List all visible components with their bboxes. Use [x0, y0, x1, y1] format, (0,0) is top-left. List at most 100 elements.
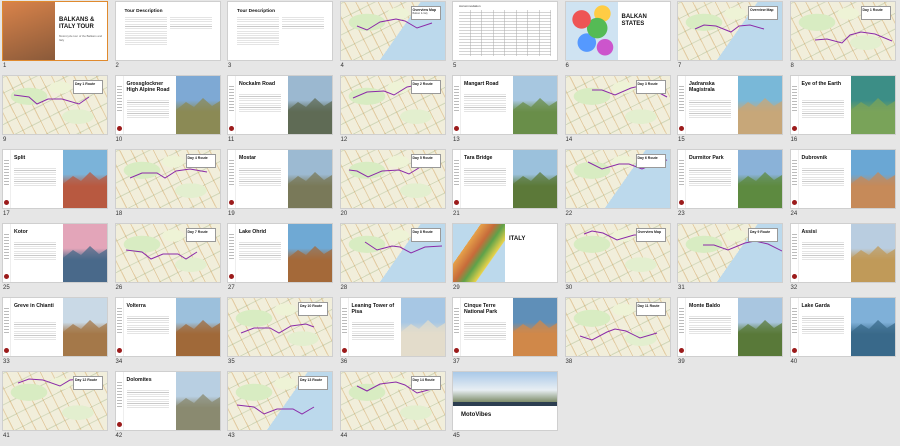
- vertical-label: [679, 308, 684, 334]
- mountain-photo: [453, 372, 557, 402]
- slide-thumbnail[interactable]: Dubrovnik: [791, 150, 895, 208]
- slide-title: Jadranska Magistrala: [689, 81, 733, 93]
- vertical-label: [342, 308, 347, 334]
- slide-thumbnail[interactable]: Day 9 Route: [678, 224, 782, 282]
- slide-side-strip: [341, 298, 349, 356]
- slide-thumbnail-cell: Overview Map 7: [678, 2, 790, 76]
- slide-thumbnail[interactable]: Cinque Terre National Park: [453, 298, 557, 356]
- slide-number: 5: [453, 62, 456, 70]
- vertical-label: [4, 160, 9, 186]
- vertical-label: [117, 382, 122, 408]
- slide-thumbnail[interactable]: Jadranska Magistrala: [678, 76, 782, 134]
- vertical-label: [229, 234, 234, 260]
- slide-thumbnail[interactable]: Split: [3, 150, 107, 208]
- slide-number: 29: [453, 284, 460, 292]
- slide-photo: [738, 150, 782, 208]
- slide-thumbnail[interactable]: Eye of the Earth: [791, 76, 895, 134]
- slide-thumbnail[interactable]: Lake Garda: [791, 298, 895, 356]
- slide-number: 10: [116, 136, 123, 144]
- slide-side-strip: [453, 76, 461, 134]
- slide-number: 4: [341, 62, 344, 70]
- map-label-box: Day 12 Route: [73, 376, 103, 390]
- slide-side-strip: [453, 298, 461, 356]
- title-photo: [3, 2, 55, 60]
- slide-thumbnail[interactable]: Day 13 Route: [228, 372, 332, 430]
- slide-side-strip: [228, 150, 236, 208]
- slide-thumbnail[interactable]: Mostar: [228, 150, 332, 208]
- slide-thumbnail[interactable]: Overview Map: [678, 2, 782, 60]
- slide-thumbnail[interactable]: ITALY: [453, 224, 557, 282]
- slide-title: Assisi: [802, 229, 846, 235]
- slide-thumbnail-cell: Mostar19: [228, 150, 340, 224]
- slide-number: 7: [678, 62, 681, 70]
- slide-thumbnail[interactable]: Leaning Tower of Pisa: [341, 298, 445, 356]
- slide-number: 3: [228, 62, 231, 70]
- slide-thumbnail[interactable]: Day 2 Route: [341, 76, 445, 134]
- slide-thumbnail[interactable]: Day 14 Route: [341, 372, 445, 430]
- slide-thumbnail[interactable]: MotoVibes: [453, 372, 557, 430]
- slide-thumbnail[interactable]: Assisi: [791, 224, 895, 282]
- brand-logo-icon: [4, 274, 9, 279]
- vertical-label: [792, 86, 797, 112]
- slide-thumbnail-cell: Greve in Chianti33: [3, 298, 115, 372]
- slide-side-strip: [678, 76, 686, 134]
- slide-thumbnail[interactable]: BALKAN STATES: [566, 2, 670, 60]
- vertical-label: [454, 86, 459, 112]
- slide-thumbnail[interactable]: Durmitor Park: [678, 150, 782, 208]
- map-label-box: Day 1 Route: [861, 6, 891, 20]
- slide-thumbnail[interactable]: Day 1 Route: [791, 2, 895, 60]
- slide-thumbnail[interactable]: Tour Description: [116, 2, 220, 60]
- slide-thumbnail[interactable]: Tara Bridge: [453, 150, 557, 208]
- slide-number: 39: [678, 358, 685, 366]
- slide-thumbnail[interactable]: Grossglockner High Alpine Road: [116, 76, 220, 134]
- slide-thumbnail[interactable]: Day 4 Route: [116, 150, 220, 208]
- slide-thumbnail[interactable]: Accommodation: [453, 2, 557, 60]
- slide-title: Tara Bridge: [464, 155, 508, 161]
- slide-thumbnail[interactable]: Day 6 Route: [566, 150, 670, 208]
- slide-thumbnail-cell: Tour Description2: [116, 2, 228, 76]
- slide-thumbnail[interactable]: Greve in Chianti: [3, 298, 107, 356]
- slide-thumbnail[interactable]: Tour Description: [228, 2, 332, 60]
- slide-sorter-grid: BALKANS & ITALY TOURMotorcycle tour of t…: [0, 0, 900, 437]
- map-label: Day 13 Route: [299, 377, 327, 382]
- slide-thumbnail[interactable]: Nockalm Road: [228, 76, 332, 134]
- slide-thumbnail[interactable]: BALKANS & ITALY TOURMotorcycle tour of t…: [3, 2, 107, 60]
- brand-logo-icon: [454, 126, 459, 131]
- slide-photo: [513, 76, 557, 134]
- slide-thumbnail[interactable]: Day 5 Route: [341, 150, 445, 208]
- slide-thumbnail-cell: Leaning Tower of Pisa36: [341, 298, 453, 372]
- body-text-lines: [689, 168, 731, 186]
- body-text-lines: [239, 168, 281, 186]
- slide-thumbnail[interactable]: Day 10 Route: [228, 298, 332, 356]
- slide-side-strip: [116, 298, 124, 356]
- slide-thumbnail[interactable]: Monte Baldo: [678, 298, 782, 356]
- slide-title: Greve in Chianti: [14, 303, 58, 309]
- slide-thumbnail[interactable]: Day 7 Route: [116, 224, 220, 282]
- slide-thumbnail[interactable]: Day 1 Route: [3, 76, 107, 134]
- slide-thumbnail[interactable]: Kotor: [3, 224, 107, 282]
- slide-number: 6: [566, 62, 569, 70]
- slide-photo: [851, 150, 895, 208]
- slide-title: ITALY: [509, 236, 555, 243]
- body-text-lines: [689, 316, 731, 334]
- slide-thumbnail[interactable]: Volterra: [116, 298, 220, 356]
- vertical-label: [792, 160, 797, 186]
- slide-number: 8: [791, 62, 794, 70]
- slide-thumbnail[interactable]: Overview MapBalkan & Italy: [341, 2, 445, 60]
- slide-thumbnail[interactable]: Dolomites: [116, 372, 220, 430]
- slide-thumbnail[interactable]: Day 8 Route: [341, 224, 445, 282]
- slide-number: 23: [678, 210, 685, 218]
- map-label: Day 9 Route: [749, 229, 777, 234]
- slide-photo: [288, 76, 332, 134]
- brand-logo-icon: [117, 348, 122, 353]
- slide-thumbnail[interactable]: Overview Map: [566, 224, 670, 282]
- slide-photo: [288, 150, 332, 208]
- slide-thumbnail[interactable]: Mangart Road: [453, 76, 557, 134]
- slide-thumbnail[interactable]: Day 11 Route: [566, 298, 670, 356]
- slide-number: 43: [228, 432, 235, 440]
- slide-thumbnail[interactable]: Day 3 Route: [566, 76, 670, 134]
- slide-thumbnail[interactable]: Day 12 Route: [3, 372, 107, 430]
- slide-thumbnail[interactable]: Lake Ohrid: [228, 224, 332, 282]
- slide-thumbnail-cell: Day 3 Route14: [566, 76, 678, 150]
- slide-number: 21: [453, 210, 460, 218]
